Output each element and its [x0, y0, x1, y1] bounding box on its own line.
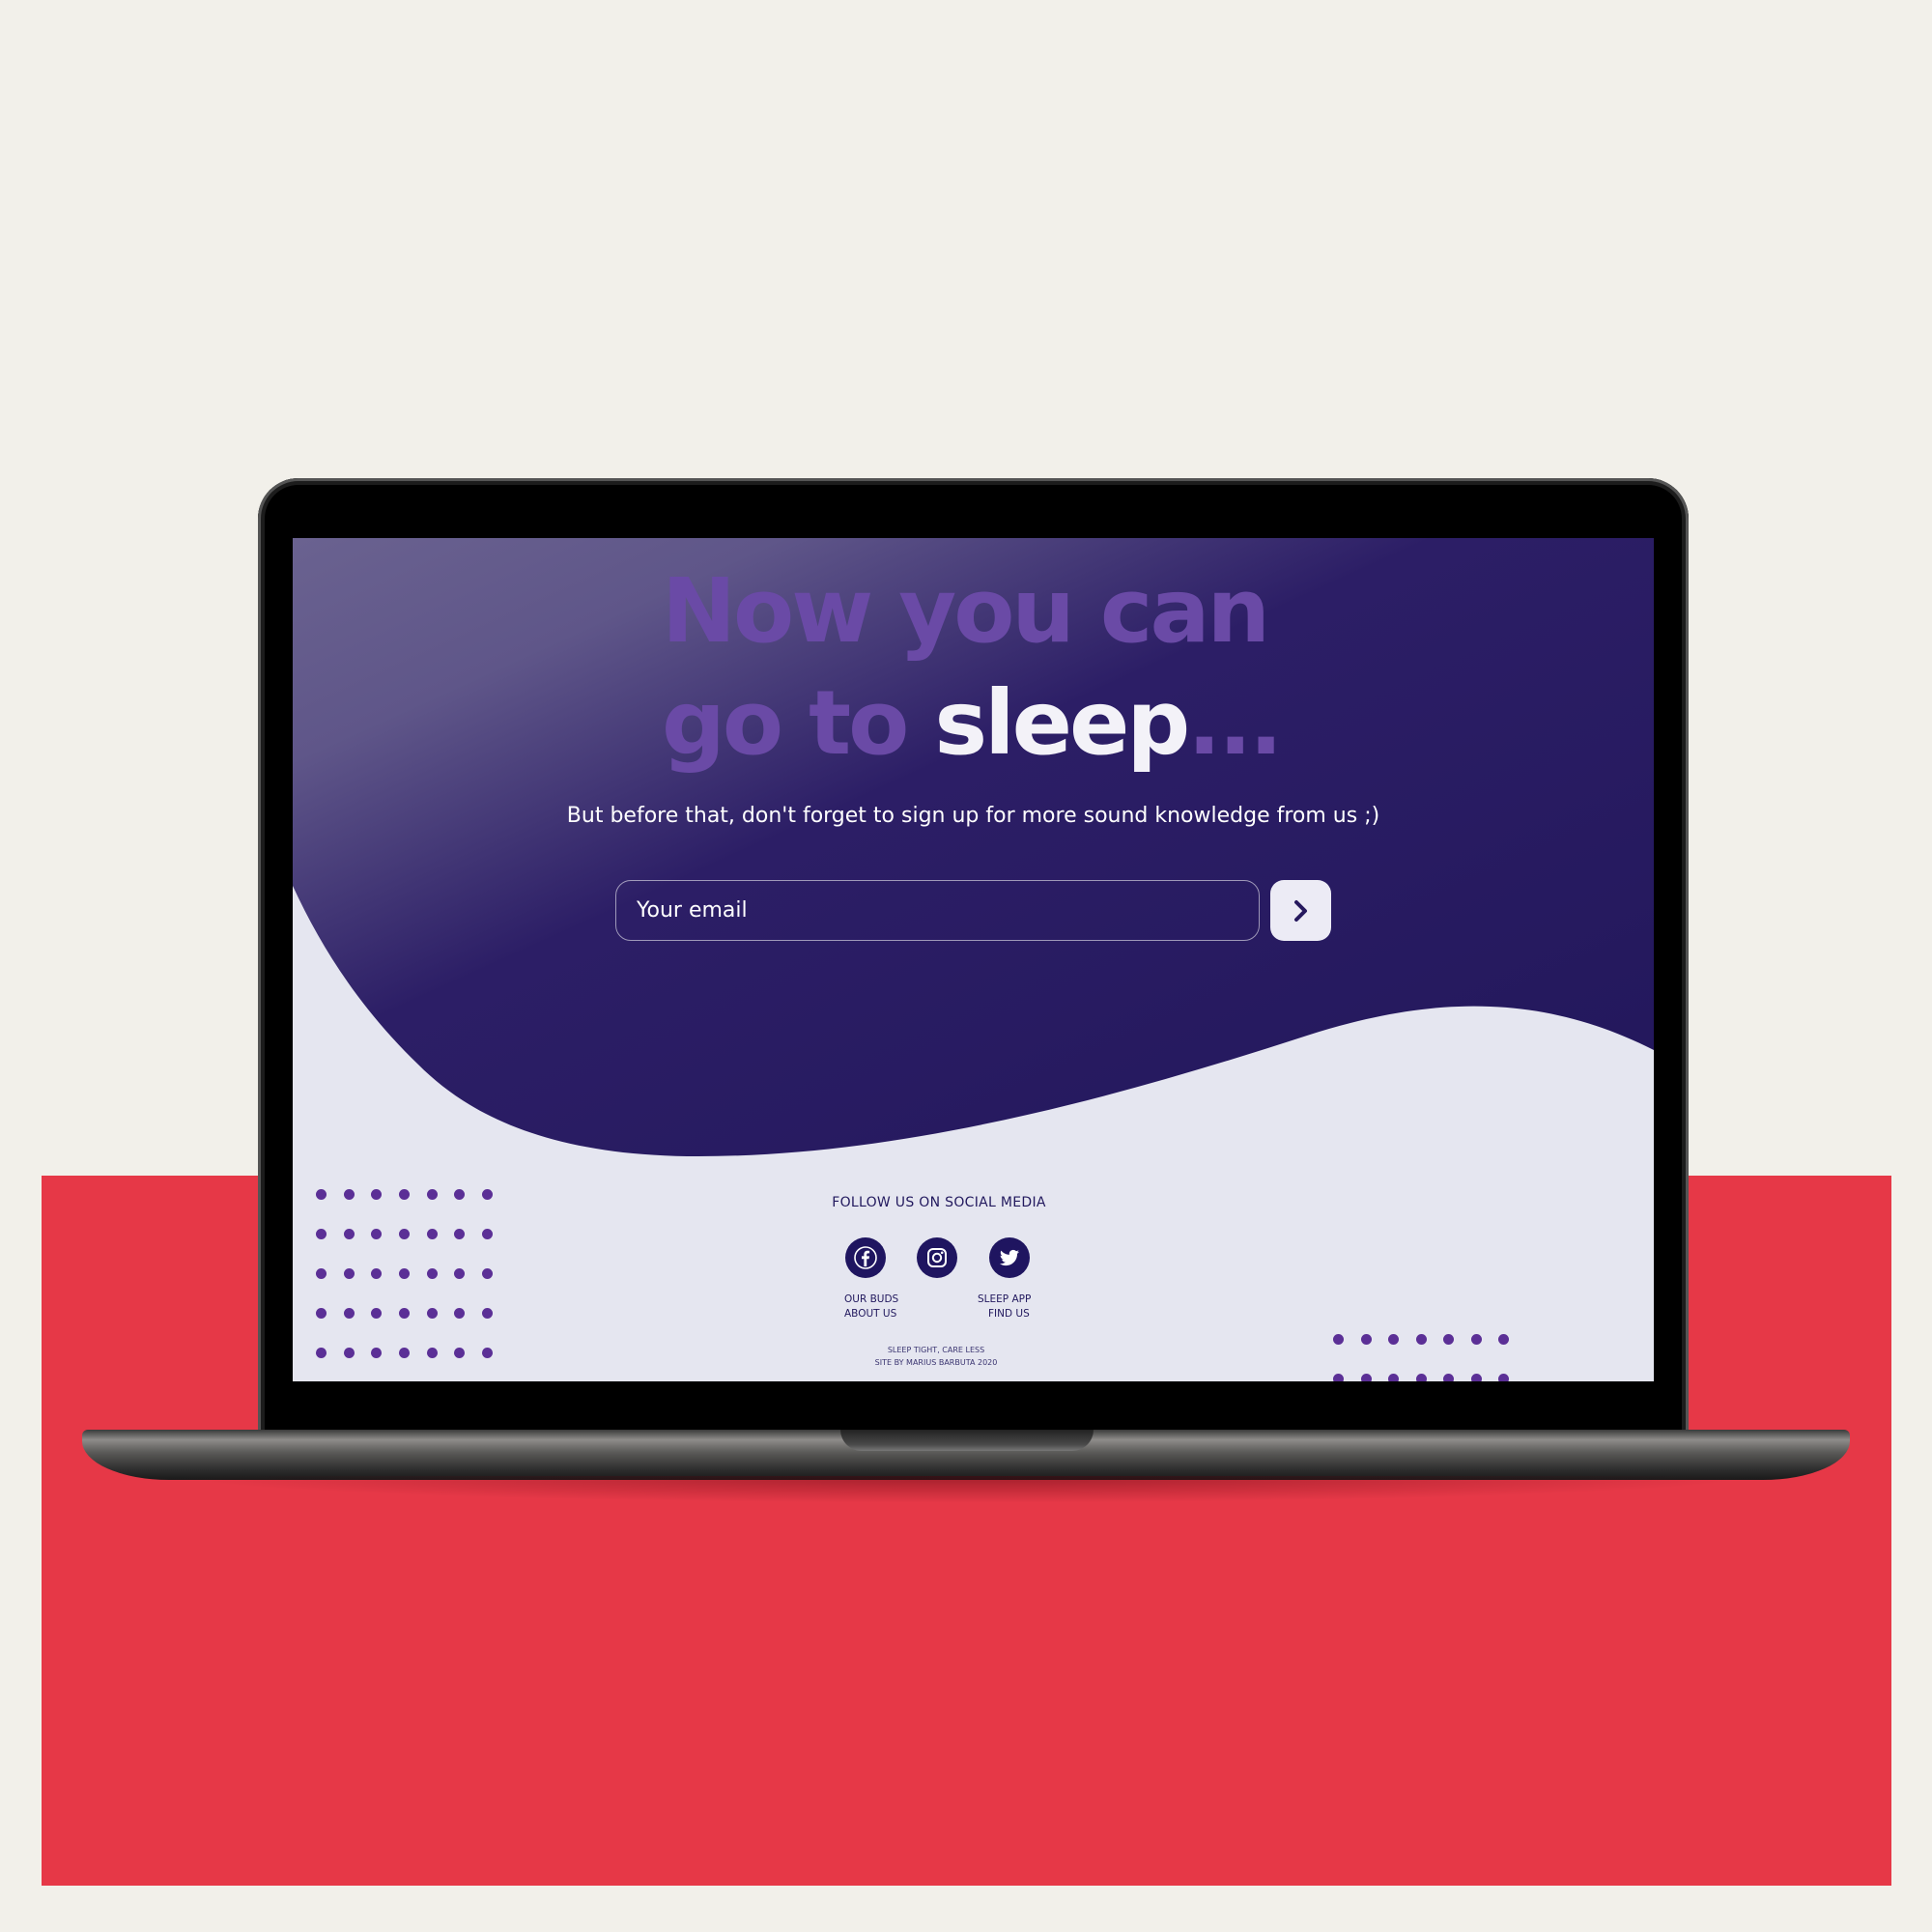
decorative-dots-left: [316, 1189, 494, 1358]
headline-prefix: go to: [662, 671, 935, 775]
email-input[interactable]: [615, 880, 1260, 941]
headline-emphasis: sleep: [934, 671, 1190, 775]
laptop-shadow: [174, 1476, 1758, 1503]
footer-tagline: SLEEP TIGHT, CARE LESS: [887, 1346, 985, 1354]
twitter-icon: [1000, 1249, 1019, 1266]
instagram-link[interactable]: [917, 1237, 957, 1278]
chevron-right-icon: [1293, 899, 1307, 922]
headline-line-1: Now you can: [662, 559, 1270, 663]
footer-link-find-us[interactable]: FIND US: [988, 1308, 1030, 1320]
laptop-notch: [840, 1430, 1094, 1451]
facebook-link[interactable]: [845, 1237, 886, 1278]
twitter-link[interactable]: [989, 1237, 1030, 1278]
footer-link-sleep-app[interactable]: SLEEP APP: [978, 1293, 1031, 1305]
instagram-icon: [927, 1248, 947, 1267]
headline-ellipsis: ...: [1187, 671, 1283, 775]
footer-credit: SITE BY MARIUS BARBUTA 2020: [874, 1358, 998, 1367]
facebook-icon: [854, 1246, 877, 1269]
submit-button[interactable]: [1270, 880, 1331, 941]
footer-link-our-buds[interactable]: OUR BUDS: [844, 1293, 898, 1305]
laptop-screen: Now you can go to sleep... But before th…: [293, 538, 1654, 1381]
hero-subtitle: But before that, don't forget to sign up…: [566, 804, 1380, 828]
footer-link-about-us[interactable]: ABOUT US: [844, 1308, 896, 1320]
follow-heading: FOLLOW US ON SOCIAL MEDIA: [832, 1195, 1046, 1210]
hero-headline: Now you can go to sleep...: [662, 555, 1338, 780]
